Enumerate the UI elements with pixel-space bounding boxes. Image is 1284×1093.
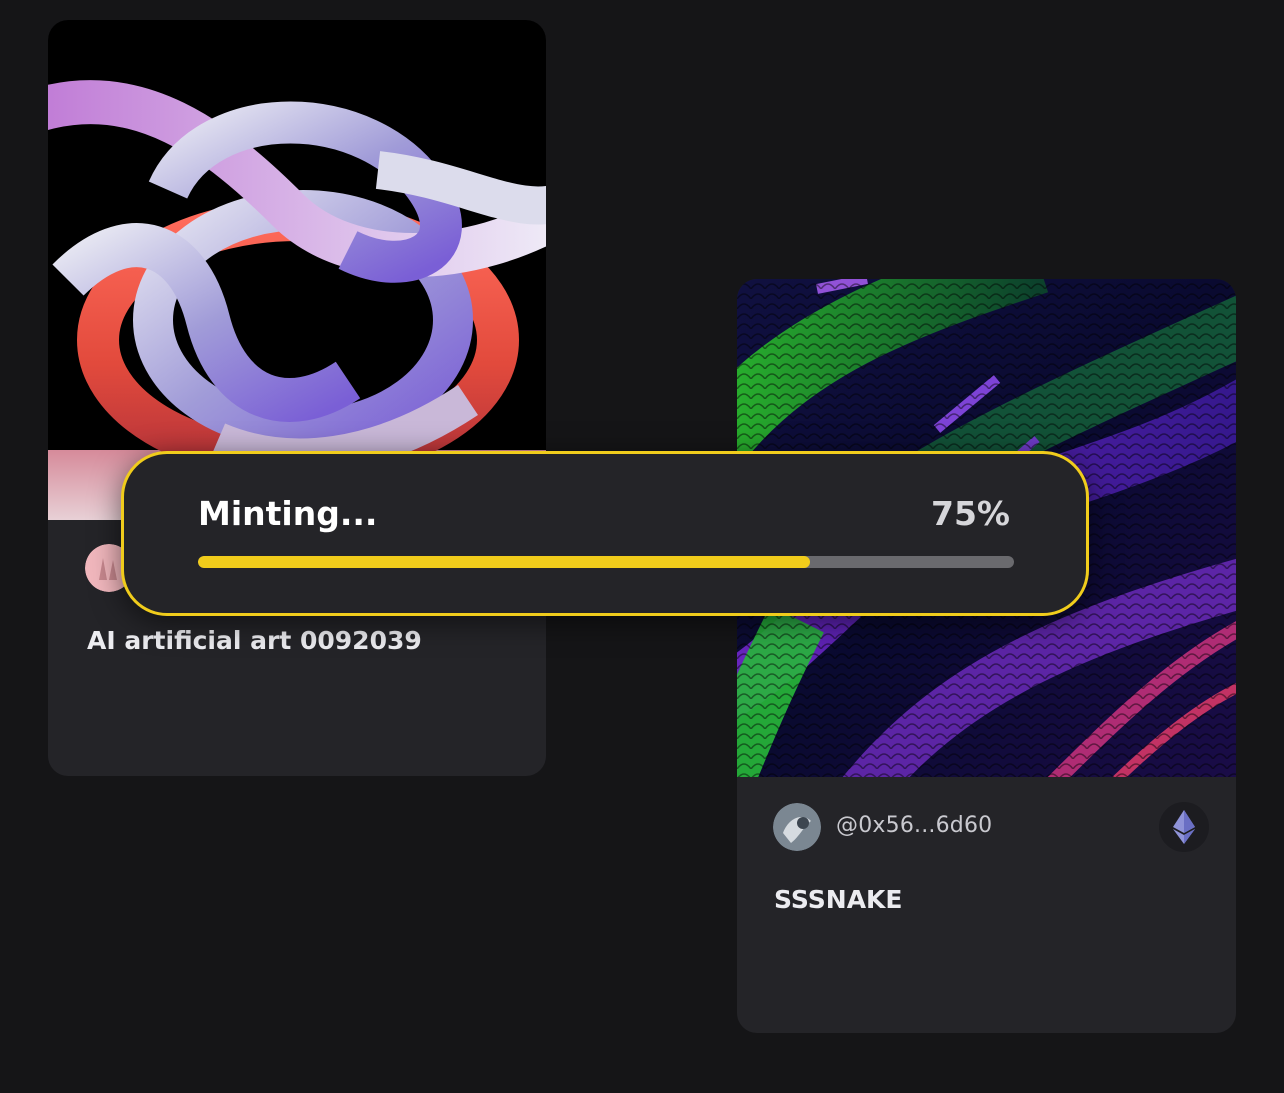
- progress-bar-fill: [198, 556, 810, 568]
- nft-title: AI artificial art 0092039: [87, 626, 422, 655]
- owner-address[interactable]: @0x56...6d60: [836, 813, 992, 838]
- nft-card-sssnake[interactable]: @0x56...6d60 SSSNAKE: [737, 279, 1236, 1033]
- progress-bar: [198, 556, 1014, 568]
- owner-avatar[interactable]: [773, 803, 821, 851]
- minting-progress-panel: Minting... 75%: [121, 451, 1089, 616]
- nft-title: SSSNAKE: [774, 885, 903, 914]
- abstract-knot-artwork: [48, 20, 546, 520]
- minting-label: Minting...: [198, 494, 378, 533]
- nft-card-ai-art[interactable]: AI artificial art 0092039: [48, 20, 546, 776]
- minting-percent: 75%: [931, 494, 1010, 533]
- ethereum-icon: [1159, 802, 1209, 852]
